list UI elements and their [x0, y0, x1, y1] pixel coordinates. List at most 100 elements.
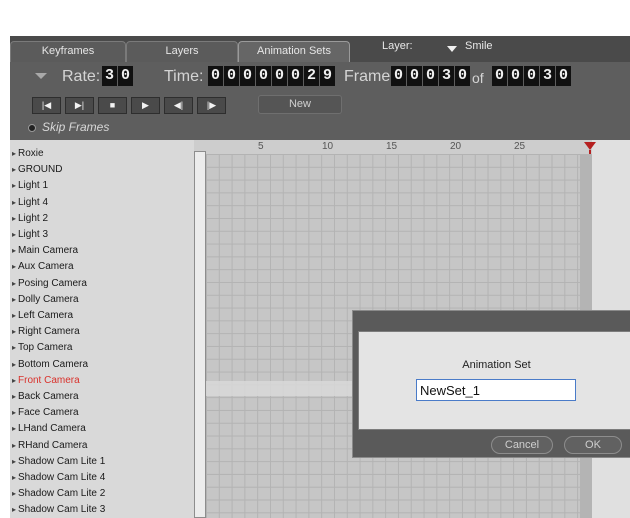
list-item[interactable]: ▸ GROUND [10, 162, 194, 178]
expand-arrow-icon[interactable]: ▸ [12, 308, 16, 324]
go-to-end-icon: ▶| [74, 100, 85, 110]
expand-arrow-icon[interactable]: ▸ [12, 276, 16, 292]
list-item[interactable]: ▸ Shadow Cam Lite 4 [10, 470, 194, 486]
stop-button[interactable]: ■ [98, 97, 127, 114]
skip-frames-radio[interactable] [28, 124, 36, 132]
expand-arrow-icon[interactable]: ▸ [12, 340, 16, 356]
list-item-label: Right Camera [18, 326, 80, 338]
list-item-label: Top Camera [18, 342, 73, 354]
list-item-label: Light 4 [18, 196, 49, 208]
tab-layers[interactable]: Layers [126, 41, 238, 62]
frame-field[interactable]: 00030 [391, 66, 470, 86]
digit-box: 0 [272, 66, 287, 86]
digit-box: 3 [102, 66, 117, 86]
list-item[interactable]: ▸ Shadow Cam Lite 1 [10, 454, 194, 470]
list-item[interactable]: ▸ Bottom Camera [10, 357, 194, 373]
list-item-label: Roxie [18, 148, 44, 159]
step-forward-icon: |▶ [206, 100, 217, 110]
list-item-label: Front Camera [18, 374, 80, 386]
frame-zero-column [194, 151, 206, 518]
expand-arrow-icon[interactable]: ▸ [12, 146, 16, 162]
list-item[interactable]: ▸ Light 1 [10, 178, 194, 194]
digit-box: 0 [524, 66, 539, 86]
list-item[interactable]: ▸ Left Camera [10, 308, 194, 324]
list-item-label: Light 2 [18, 212, 49, 224]
list-item[interactable]: ▸ Top Camera [10, 340, 194, 356]
current-frame-marker-icon[interactable] [584, 142, 596, 150]
list-item[interactable]: ▸ Shadow Cam Lite 2 [10, 486, 194, 502]
ruler-tick-label: 20 [450, 141, 462, 152]
digit-box: 0 [288, 66, 303, 86]
expand-arrow-icon[interactable]: ▸ [12, 454, 16, 470]
list-item-label: Light 3 [18, 229, 49, 240]
current-frame-marker-stem [589, 150, 591, 154]
expand-arrow-icon[interactable]: ▸ [12, 438, 16, 454]
go-to-end-button[interactable]: ▶| [65, 97, 94, 114]
list-item-label: Face Camera [18, 407, 79, 419]
list-item[interactable]: ▸ Posing Camera [10, 276, 194, 292]
timeline-ruler[interactable]: 5 10 15 20 25 [194, 140, 630, 154]
expand-arrow-icon[interactable]: ▸ [12, 324, 16, 340]
skip-frames-label: Skip Frames [42, 120, 110, 134]
list-item[interactable]: ▸ Dolly Camera [10, 292, 194, 308]
list-item-label: Shadow Cam Lite 3 [18, 504, 106, 516]
of-label: of [472, 70, 484, 86]
ok-button[interactable]: OK [564, 436, 622, 454]
expand-arrow-icon[interactable]: ▸ [12, 405, 16, 421]
digit-box: 3 [540, 66, 555, 86]
rate-label: Rate: [62, 68, 101, 85]
dialog-body: Animation Set [358, 331, 630, 430]
cancel-button[interactable]: Cancel [491, 436, 553, 454]
list-item[interactable]: ▸ Aux Camera [10, 259, 194, 275]
frame-label: Frame: [344, 68, 395, 85]
expand-arrow-icon[interactable]: ▸ [12, 373, 16, 389]
list-item[interactable]: ▸ Front Camera [10, 373, 194, 389]
digit-box: 0 [556, 66, 571, 86]
list-item-label: Main Camera [18, 245, 79, 257]
expand-arrow-icon[interactable]: ▸ [12, 211, 16, 227]
expand-arrow-icon[interactable]: ▸ [12, 357, 16, 373]
expand-arrow-icon[interactable]: ▸ [12, 470, 16, 486]
new-animation-set-button[interactable]: New [258, 95, 342, 114]
step-back-icon: ◀| [173, 100, 184, 110]
expand-arrow-icon[interactable]: ▸ [12, 243, 16, 259]
animation-set-name-input[interactable] [416, 379, 576, 401]
step-forward-button[interactable]: |▶ [197, 97, 226, 114]
tab-keyframes[interactable]: Keyframes [10, 41, 126, 62]
expand-arrow-icon[interactable]: ▸ [12, 162, 16, 178]
list-item[interactable]: ▸ Light 3 [10, 227, 194, 243]
expand-arrow-icon[interactable]: ▸ [12, 195, 16, 211]
digit-box: 0 [423, 66, 438, 86]
time-field[interactable]: 00000029 [208, 66, 335, 86]
options-triangle-icon[interactable] [35, 73, 47, 79]
list-item[interactable]: ▸ Light 4 [10, 195, 194, 211]
list-item[interactable]: ▸ Main Camera [10, 243, 194, 259]
go-to-start-button[interactable]: |◀ [32, 97, 61, 114]
digit-box: 0 [118, 66, 133, 86]
play-button[interactable]: ▶ [131, 97, 160, 114]
expand-arrow-icon[interactable]: ▸ [12, 259, 16, 275]
list-item[interactable]: ▸ LHand Camera [10, 421, 194, 437]
expand-arrow-icon[interactable]: ▸ [12, 178, 16, 194]
list-item[interactable]: ▸ Face Camera [10, 405, 194, 421]
list-item[interactable]: ▸ RHand Camera [10, 438, 194, 454]
step-back-button[interactable]: ◀| [164, 97, 193, 114]
rate-field[interactable]: 30 [102, 66, 133, 86]
list-item-label: Shadow Cam Lite 4 [18, 472, 106, 483]
list-item[interactable]: ▸ Light 2 [10, 211, 194, 227]
layer-select[interactable]: Smile [465, 40, 493, 52]
tab-animation-sets[interactable]: Animation Sets [238, 41, 350, 62]
total-frames-field[interactable]: 00030 [492, 66, 571, 86]
expand-arrow-icon[interactable]: ▸ [12, 502, 16, 518]
layer-dropdown-icon[interactable] [447, 46, 457, 52]
expand-arrow-icon[interactable]: ▸ [12, 421, 16, 437]
expand-arrow-icon[interactable]: ▸ [12, 389, 16, 405]
expand-arrow-icon[interactable]: ▸ [12, 486, 16, 502]
list-item[interactable]: ▸ Right Camera [10, 324, 194, 340]
list-item[interactable]: ▸ Back Camera [10, 389, 194, 405]
list-item[interactable]: ▸ Roxie [10, 146, 194, 162]
list-item-label: Back Camera [18, 391, 79, 402]
list-item[interactable]: ▸ Shadow Cam Lite 3 [10, 502, 194, 518]
expand-arrow-icon[interactable]: ▸ [12, 292, 16, 308]
expand-arrow-icon[interactable]: ▸ [12, 227, 16, 243]
